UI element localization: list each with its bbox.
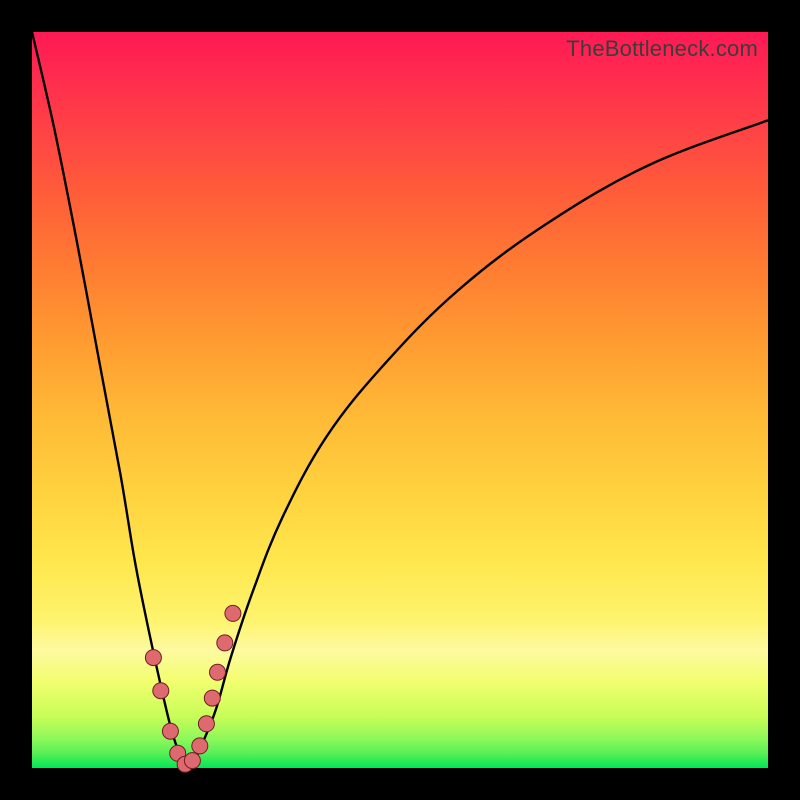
- curve-marker: [162, 723, 178, 739]
- curve-marker: [153, 683, 169, 699]
- curve-marker: [210, 664, 226, 680]
- chart-frame: TheBottleneck.com: [0, 0, 800, 800]
- plot-area: TheBottleneck.com: [32, 32, 768, 768]
- curve-marker: [225, 605, 241, 621]
- curve-marker: [184, 753, 200, 769]
- curve-marker: [192, 738, 208, 754]
- curve-marker: [145, 650, 161, 666]
- curve-marker: [204, 690, 220, 706]
- curve-marker: [198, 716, 214, 732]
- bottleneck-curve-svg: [32, 32, 768, 768]
- bottleneck-curve-path: [32, 32, 768, 768]
- curve-marker: [217, 635, 233, 651]
- marker-group: [145, 605, 241, 772]
